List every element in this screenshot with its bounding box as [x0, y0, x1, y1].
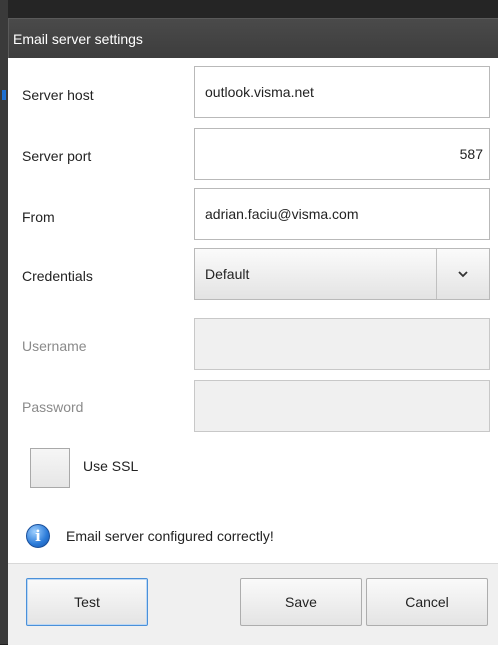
- cancel-button[interactable]: Cancel: [366, 578, 488, 626]
- server-port-label: Server port: [22, 148, 92, 164]
- save-button-label: Save: [285, 594, 317, 610]
- from-input[interactable]: adrian.faciu@visma.com: [194, 188, 490, 240]
- password-label: Password: [22, 399, 84, 415]
- username-label: Username: [22, 338, 87, 354]
- save-button[interactable]: Save: [240, 578, 362, 626]
- use-ssl-label: Use SSL: [83, 458, 139, 474]
- server-host-value: outlook.visma.net: [205, 84, 314, 100]
- window-top-strip: [8, 0, 498, 18]
- button-bar: Test Save Cancel: [8, 563, 498, 645]
- server-port-value: 587: [459, 146, 483, 162]
- email-settings-dialog: Server host outlook.visma.net Server por…: [8, 58, 498, 645]
- credentials-dropdown[interactable]: Default: [194, 248, 490, 300]
- test-button[interactable]: Test: [26, 578, 148, 626]
- test-button-label: Test: [74, 594, 100, 610]
- server-host-label: Server host: [22, 87, 94, 103]
- use-ssl-checkbox[interactable]: [30, 448, 70, 488]
- dialog-titlebar[interactable]: Email server settings: [8, 18, 498, 58]
- dialog-title: Email server settings: [13, 31, 143, 47]
- username-input[interactable]: [194, 318, 490, 370]
- background-accent: [2, 90, 6, 100]
- password-input[interactable]: [194, 380, 490, 432]
- status-message: Email server configured correctly!: [66, 528, 274, 544]
- email-settings-window: Email server settings Server host outloo…: [0, 0, 498, 645]
- cancel-button-label: Cancel: [405, 594, 449, 610]
- info-icon: i: [26, 524, 50, 548]
- credentials-label: Credentials: [22, 268, 93, 284]
- credentials-selected-value: Default: [205, 266, 250, 282]
- from-label: From: [22, 209, 55, 225]
- chevron-down-icon[interactable]: [436, 249, 489, 299]
- background-edge: [0, 0, 8, 644]
- server-port-input[interactable]: 587: [194, 128, 490, 180]
- from-value: adrian.faciu@visma.com: [205, 206, 359, 222]
- server-host-input[interactable]: outlook.visma.net: [194, 66, 490, 118]
